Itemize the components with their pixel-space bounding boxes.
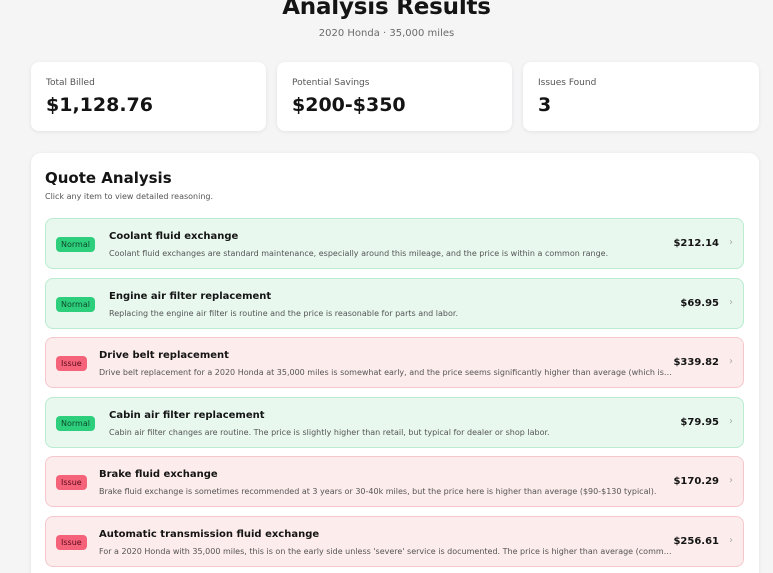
quote-item-brake-fluid[interactable]: Issue Brake fluid exchange Brake fluid e… xyxy=(45,456,744,507)
item-description: Drive belt replacement for a 2020 Honda … xyxy=(99,368,673,377)
status-badge: Normal xyxy=(56,416,95,431)
item-description: For a 2020 Honda with 35,000 miles, this… xyxy=(99,547,673,556)
quote-item-engine-air-filter[interactable]: Normal Engine air filter replacement Rep… xyxy=(45,278,744,329)
section-subtitle: Click any item to view detailed reasonin… xyxy=(45,192,214,201)
chevron-right-icon: › xyxy=(729,237,733,248)
item-price: $170.29 xyxy=(673,476,719,487)
status-badge: Issue xyxy=(56,475,87,490)
stat-label: Total Billed xyxy=(46,78,95,88)
potential-savings-card: Potential Savings $200-$350 xyxy=(277,62,512,131)
item-title: Cabin air filter replacement xyxy=(109,410,265,421)
stat-label: Issues Found xyxy=(538,78,597,88)
item-title: Automatic transmission fluid exchange xyxy=(99,529,320,540)
quote-analysis-panel: Quote Analysis Click any item to view de… xyxy=(31,153,759,573)
stat-value: 3 xyxy=(538,94,552,116)
item-price: $69.95 xyxy=(680,298,719,309)
quote-item-coolant[interactable]: Normal Coolant fluid exchange Coolant fl… xyxy=(45,218,744,269)
stat-value: $1,128.76 xyxy=(46,94,153,116)
item-price: $339.82 xyxy=(673,357,719,368)
status-badge: Issue xyxy=(56,356,87,371)
section-title: Quote Analysis xyxy=(45,169,172,187)
chevron-right-icon: › xyxy=(729,535,733,546)
item-description: Cabin air filter changes are routine. Th… xyxy=(109,428,550,437)
quote-item-cabin-air-filter[interactable]: Normal Cabin air filter replacement Cabi… xyxy=(45,397,744,448)
chevron-right-icon: › xyxy=(729,297,733,308)
item-title: Drive belt replacement xyxy=(99,350,229,361)
item-price: $212.14 xyxy=(673,238,719,249)
item-title: Engine air filter replacement xyxy=(109,291,272,302)
item-price: $79.95 xyxy=(680,417,719,428)
stat-label: Potential Savings xyxy=(292,78,370,88)
status-badge: Issue xyxy=(56,535,87,550)
stat-value: $200-$350 xyxy=(292,94,406,116)
quote-item-transmission-fluid[interactable]: Issue Automatic transmission fluid excha… xyxy=(45,516,744,567)
vehicle-subtitle: 2020 Honda · 35,000 miles xyxy=(318,28,455,39)
item-description: Replacing the engine air filter is routi… xyxy=(109,309,458,318)
total-billed-card: Total Billed $1,128.76 xyxy=(31,62,266,131)
status-badge: Normal xyxy=(56,297,95,312)
analysis-page: Analysis Results 2020 Honda · 35,000 mil… xyxy=(0,0,773,573)
item-price: $256.61 xyxy=(673,536,719,547)
status-badge: Normal xyxy=(56,237,95,252)
item-description: Coolant fluid exchanges are standard mai… xyxy=(109,249,609,258)
item-title: Coolant fluid exchange xyxy=(109,231,239,242)
quote-item-drive-belt[interactable]: Issue Drive belt replacement Drive belt … xyxy=(45,337,744,388)
page-title: Analysis Results xyxy=(282,0,491,20)
item-title: Brake fluid exchange xyxy=(99,469,218,480)
chevron-right-icon: › xyxy=(729,356,733,367)
chevron-right-icon: › xyxy=(729,416,733,427)
chevron-right-icon: › xyxy=(729,475,733,486)
issues-found-card: Issues Found 3 xyxy=(523,62,759,131)
item-description: Brake fluid exchange is sometimes recomm… xyxy=(99,487,657,496)
